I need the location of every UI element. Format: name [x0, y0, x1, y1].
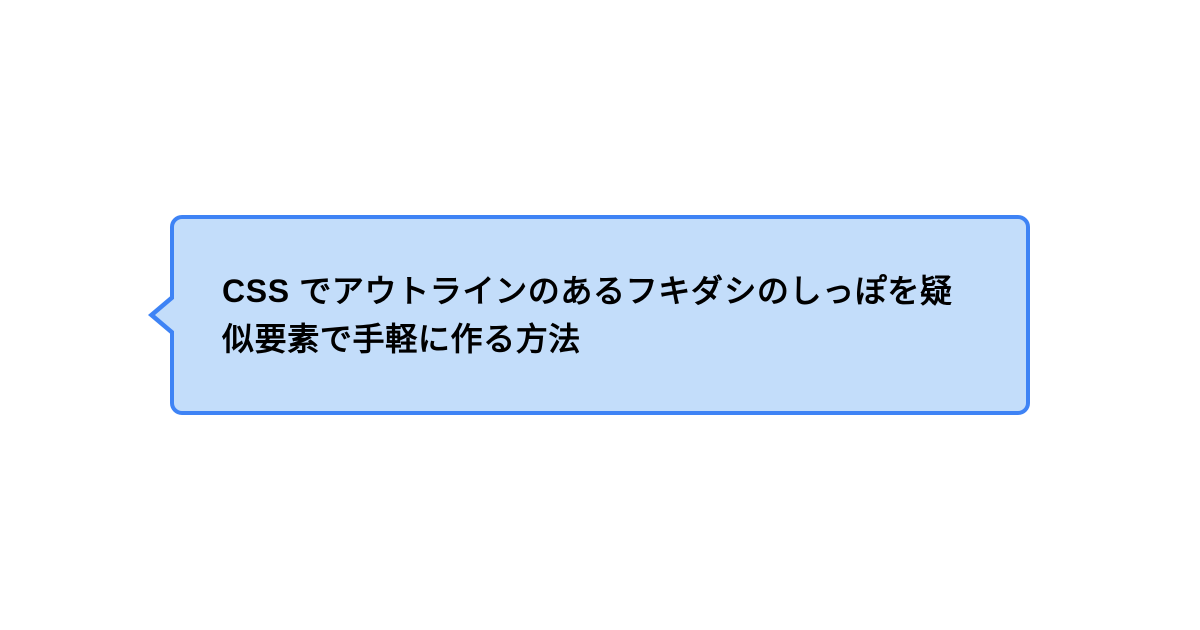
speech-bubble-text: CSS でアウトラインのあるフキダシのしっぽを疑似要素で手軽に作る方法	[222, 267, 978, 363]
speech-bubble-container: CSS でアウトラインのあるフキダシのしっぽを疑似要素で手軽に作る方法	[170, 215, 1030, 415]
speech-bubble: CSS でアウトラインのあるフキダシのしっぽを疑似要素で手軽に作る方法	[170, 215, 1030, 415]
